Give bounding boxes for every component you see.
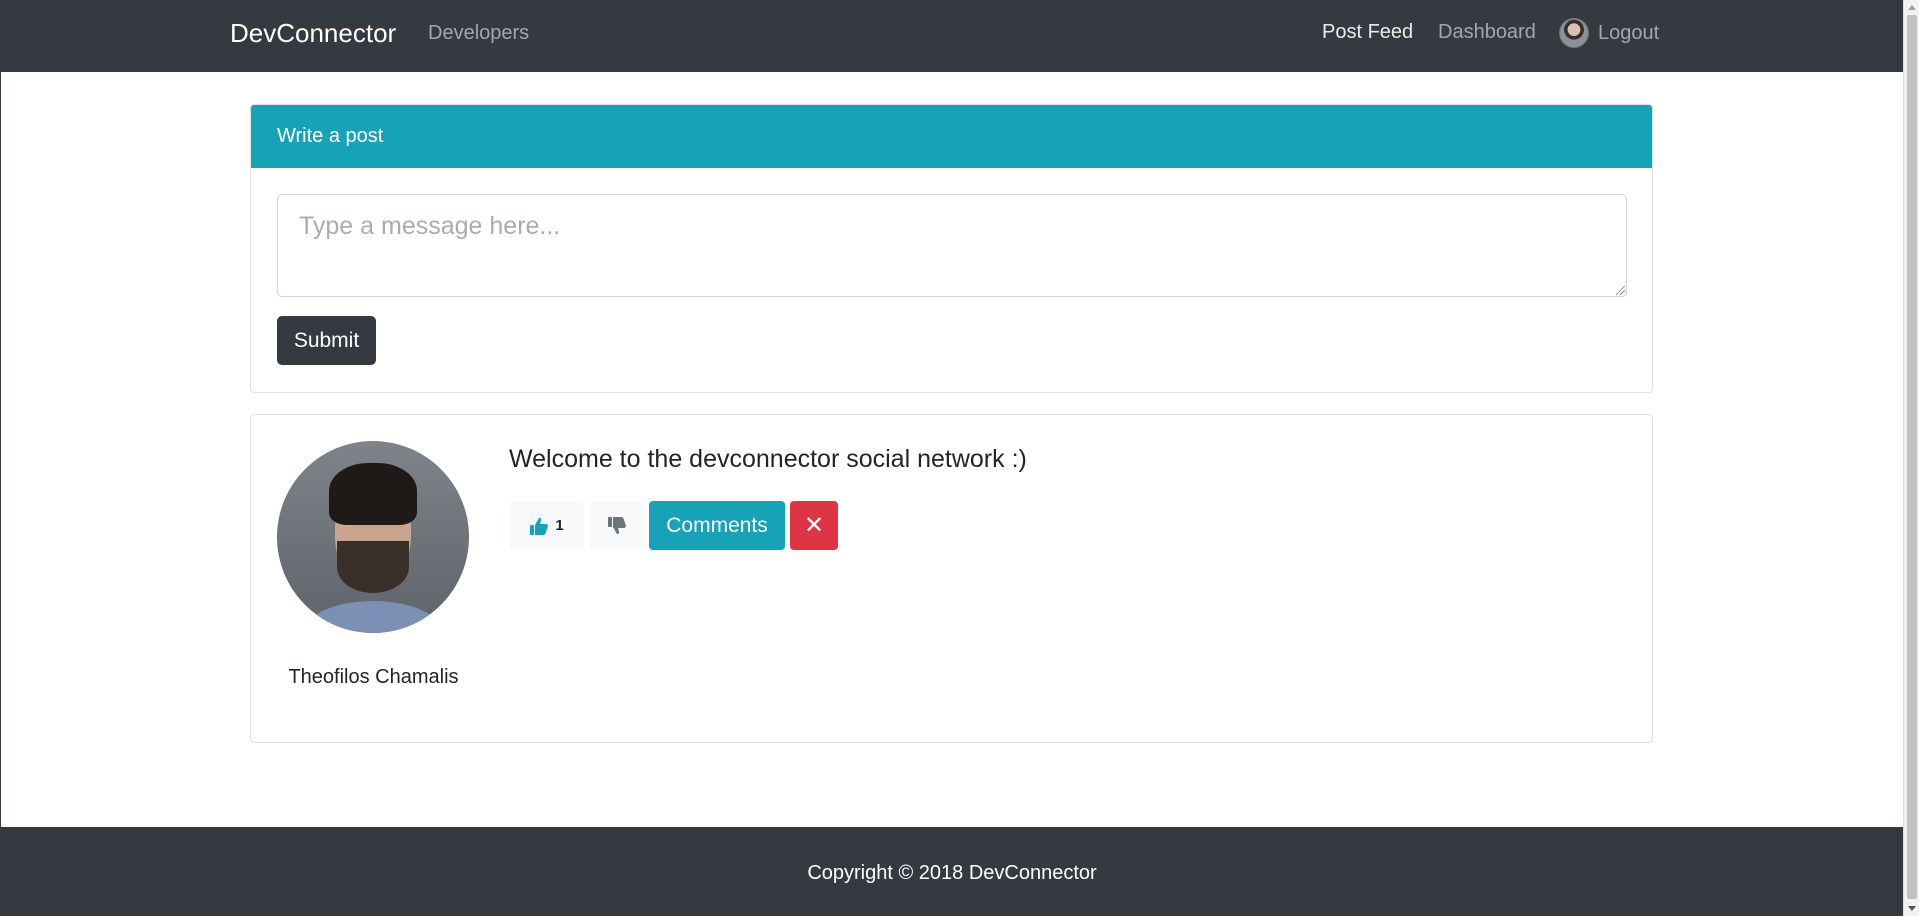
post-actions: 1 Comments ✕ bbox=[509, 501, 838, 550]
author-avatar[interactable] bbox=[277, 441, 469, 633]
close-icon: ✕ bbox=[803, 512, 825, 539]
scroll-thumb[interactable] bbox=[1907, 15, 1917, 899]
like-count: 1 bbox=[555, 517, 564, 534]
thumbs-down-icon bbox=[607, 516, 626, 534]
delete-button[interactable]: ✕ bbox=[790, 501, 838, 550]
textarea-resize-handle[interactable] bbox=[1616, 286, 1625, 295]
user-avatar bbox=[1559, 18, 1589, 48]
page: DevConnector Developers Post Feed Dashbo… bbox=[0, 0, 1919, 916]
avatar-beard bbox=[337, 541, 409, 593]
post-text: Welcome to the devconnector social netwo… bbox=[509, 445, 1027, 473]
post-card: Theofilos Chamalis Welcome to the devcon… bbox=[250, 414, 1653, 743]
post-textarea[interactable]: Type a message here... bbox=[277, 194, 1627, 297]
nav-logout-link[interactable]: Logout bbox=[1559, 18, 1659, 48]
dislike-button[interactable] bbox=[590, 501, 643, 550]
post-form-card: Write a post Type a message here... Subm… bbox=[250, 104, 1653, 393]
nav-post-feed-link[interactable]: Post Feed bbox=[1322, 21, 1413, 44]
nav-dashboard-link[interactable]: Dashboard bbox=[1438, 21, 1536, 44]
nav-developers-link[interactable]: Developers bbox=[428, 22, 529, 45]
avatar-hair bbox=[329, 463, 417, 525]
scroll-down-arrow-icon[interactable] bbox=[1908, 906, 1916, 911]
comments-button[interactable]: Comments bbox=[649, 501, 785, 550]
avatar-shirt bbox=[305, 601, 441, 633]
brand-link[interactable]: DevConnector bbox=[230, 18, 396, 49]
navbar: DevConnector Developers Post Feed Dashbo… bbox=[1, 0, 1903, 72]
post-form-header: Write a post bbox=[251, 105, 1652, 168]
logout-label: Logout bbox=[1598, 21, 1660, 44]
like-button[interactable]: 1 bbox=[509, 501, 584, 550]
scroll-up-arrow-icon[interactable] bbox=[1908, 5, 1916, 10]
submit-button[interactable]: Submit bbox=[277, 316, 376, 365]
footer: Copyright © 2018 DevConnector bbox=[1, 827, 1903, 916]
author-name: Theofilos Chamalis bbox=[288, 666, 459, 688]
thumbs-up-icon bbox=[530, 517, 549, 535]
vertical-scrollbar[interactable] bbox=[1903, 0, 1919, 916]
footer-copyright: Copyright © 2018 DevConnector bbox=[807, 862, 1097, 884]
